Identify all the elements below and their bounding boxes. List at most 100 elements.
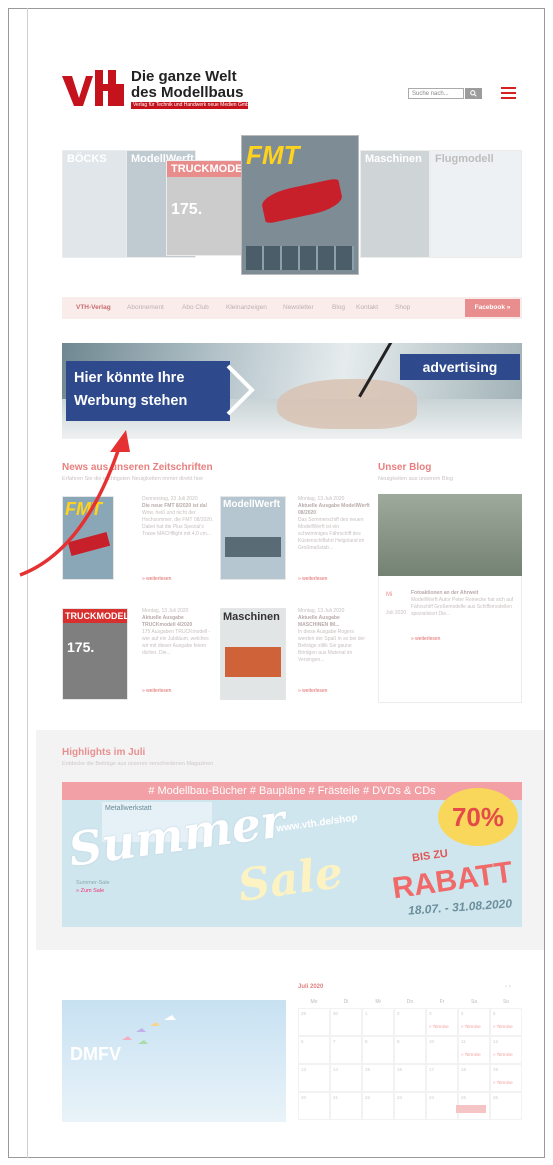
nav-item-shop[interactable]: Shop — [395, 304, 410, 311]
calendar-day[interactable]: 14 — [330, 1064, 362, 1092]
news-section-title: News aus unseren Zeitschriften — [62, 462, 213, 473]
fmt-featured-cover[interactable]: FMT — [241, 135, 359, 275]
news-thumbnail[interactable]: ModellWerft — [220, 496, 286, 580]
read-more-link[interactable]: » weiterlesen — [298, 688, 327, 694]
calendar-day-number: 13 — [301, 1067, 307, 1072]
nav-item-vth-verlag[interactable]: VTH-Verlag — [76, 304, 111, 311]
calendar-day[interactable]: 21 — [330, 1092, 362, 1120]
hamburger-icon[interactable] — [501, 87, 516, 99]
news-headline[interactable]: Aktuelle Ausgabe MASCHINEN IM... — [298, 615, 340, 628]
calendar-day[interactable]: 4 » Termine — [458, 1008, 490, 1036]
calendar-day[interactable]: 18 — [458, 1064, 490, 1092]
nav-item-abonnement[interactable]: Abonnement — [127, 304, 164, 311]
news-headline[interactable]: Aktuelle Ausgabe ModellWerft 08/2020 — [298, 503, 370, 516]
calendar-day[interactable]: 12 » Termine — [490, 1036, 522, 1064]
magazine-cover[interactable]: Flugmodell — [430, 150, 522, 258]
calendar-event-link[interactable]: » Termine — [429, 1024, 455, 1029]
airplane-image — [259, 178, 345, 224]
calendar-day[interactable]: 19 » Termine — [490, 1064, 522, 1092]
calendar-day[interactable]: 20 — [298, 1092, 330, 1120]
news-headline[interactable]: Aktuelle Ausgabe TRUCKmodell 4/2020 — [142, 615, 192, 628]
cover-title: ModellWerft — [223, 499, 281, 510]
calendar-day[interactable]: 2 — [394, 1008, 426, 1036]
magazine-title: Flugmodell — [435, 153, 494, 165]
calendar-day[interactable]: 16 — [394, 1064, 426, 1092]
cover-thumbnails — [246, 246, 354, 270]
blog-read-more-link[interactable]: » weiterlesen — [411, 636, 440, 642]
news-date: Montag, 13 Juli 2020 — [142, 608, 189, 614]
calendar-day[interactable]: 10 — [426, 1036, 458, 1064]
sale-caption: Summer-Sale — [76, 880, 110, 886]
calendar-day[interactable]: 30 — [330, 1008, 362, 1036]
nav-item-newsletter[interactable]: Newsletter — [283, 304, 314, 311]
blog-image[interactable] — [378, 494, 522, 576]
calendar-day[interactable]: 6 — [298, 1036, 330, 1064]
calendar-day-number: 30 — [333, 1011, 339, 1016]
nav-item-abo-club[interactable]: Abo Club — [182, 304, 209, 311]
dmfv-ad[interactable]: DMFV — [62, 1000, 286, 1122]
calendar-day[interactable]: 1 — [362, 1008, 394, 1036]
highlights-subtitle: Entdecke die Beiträge aus unseren versch… — [62, 761, 214, 767]
search-button[interactable] — [465, 88, 482, 99]
calendar-event-link[interactable]: » Termine — [493, 1080, 519, 1085]
sale-link[interactable]: » Zum Sale — [76, 888, 104, 894]
calendar-day[interactable]: 15 — [362, 1064, 394, 1092]
magazine-title: BÖCKS — [67, 153, 107, 165]
calendar-day[interactable]: 24 — [426, 1092, 458, 1120]
cover-title: FMT — [65, 499, 102, 519]
calendar-day[interactable]: 3 » Termine — [426, 1008, 458, 1036]
calendar-day[interactable]: 22 — [362, 1092, 394, 1120]
calendar-day[interactable]: 26 — [490, 1092, 522, 1120]
magazine-cover[interactable]: BÖCKS — [62, 150, 128, 258]
calendar-nav[interactable]: ‹ › — [505, 984, 511, 990]
calendar-day[interactable]: 13 — [298, 1064, 330, 1092]
blog-side-letters: Mi — [386, 592, 393, 598]
read-more-link[interactable]: » weiterlesen — [298, 576, 327, 582]
calendar-day[interactable]: 5 » Termine — [490, 1008, 522, 1036]
sale-url: www.vth.de/shop — [275, 812, 359, 835]
cover-title: TRUCKMODELL — [63, 609, 128, 623]
magazine-title: Maschinen — [365, 153, 422, 165]
nav-item-kleinanzeigen[interactable]: Kleinanzeigen — [226, 304, 267, 311]
news-thumbnail[interactable]: Maschinen — [220, 608, 286, 700]
news-thumbnail[interactable]: FMT — [62, 496, 114, 580]
blog-section-title: Unser Blog — [378, 462, 432, 473]
calendar-event-link[interactable]: » Termine — [461, 1024, 487, 1029]
calendar-day[interactable]: 9 — [394, 1036, 426, 1064]
search-input[interactable]: Suche nach... — [408, 88, 464, 99]
calendar-day-number: 24 — [429, 1095, 435, 1100]
fmt-cover-title: FMT — [246, 140, 300, 170]
calendar-day[interactable]: 7 — [330, 1036, 362, 1064]
calendar-day-number: 3 — [429, 1011, 432, 1016]
blog-section-subtitle: Neuigkeiten aus unserem Blog — [378, 476, 453, 482]
facebook-button[interactable]: Facebook » — [465, 299, 520, 317]
calendar-more-button[interactable] — [456, 1105, 486, 1113]
calendar-day[interactable]: 8 — [362, 1036, 394, 1064]
cover-title: Maschinen — [223, 611, 280, 623]
read-more-link[interactable]: » weiterlesen — [142, 576, 171, 582]
calendar-day[interactable]: 17 — [426, 1064, 458, 1092]
nav-item-blog[interactable]: Blog — [332, 304, 345, 311]
dmfv-logo-text: DMFV — [70, 1044, 121, 1064]
blog-post-title[interactable]: Fotoaktionen an der Ahrweit — [411, 590, 478, 596]
calendar-day[interactable]: 23 — [394, 1092, 426, 1120]
airplane-image — [67, 532, 111, 556]
ship-image — [225, 537, 281, 557]
news-date: Donnerstag, 23 Juli 2020 — [142, 496, 198, 502]
calendar-event-link[interactable]: » Termine — [461, 1052, 487, 1057]
magazine-cover[interactable]: Maschinen — [360, 150, 430, 258]
calendar-day-number: 16 — [397, 1067, 403, 1072]
blog-post: Fotoaktionen an der Ahrweit ModellWerft A… — [411, 590, 517, 618]
summer-sale-banner[interactable]: # Modellbau-Bücher # Baupläne # Frästeil… — [62, 782, 522, 927]
news-headline[interactable]: Die neue FMT 8/2020 ist da! — [142, 503, 207, 509]
vth-logo-icon[interactable] — [62, 68, 128, 108]
sale-sale-text: Sale — [234, 846, 347, 913]
read-more-link[interactable]: » weiterlesen — [142, 688, 171, 694]
calendar-event-link[interactable]: » Termine — [493, 1052, 519, 1057]
calendar-event-link[interactable]: » Termine — [493, 1024, 519, 1029]
calendar-day[interactable]: 11 » Termine — [458, 1036, 490, 1064]
magazine-cover[interactable]: TRUCKMODELL 175. — [166, 160, 242, 256]
calendar-day[interactable]: 29 — [298, 1008, 330, 1036]
nav-item-kontakt[interactable]: Kontakt — [356, 304, 378, 311]
news-thumbnail[interactable]: TRUCKMODELL 175. — [62, 608, 128, 700]
